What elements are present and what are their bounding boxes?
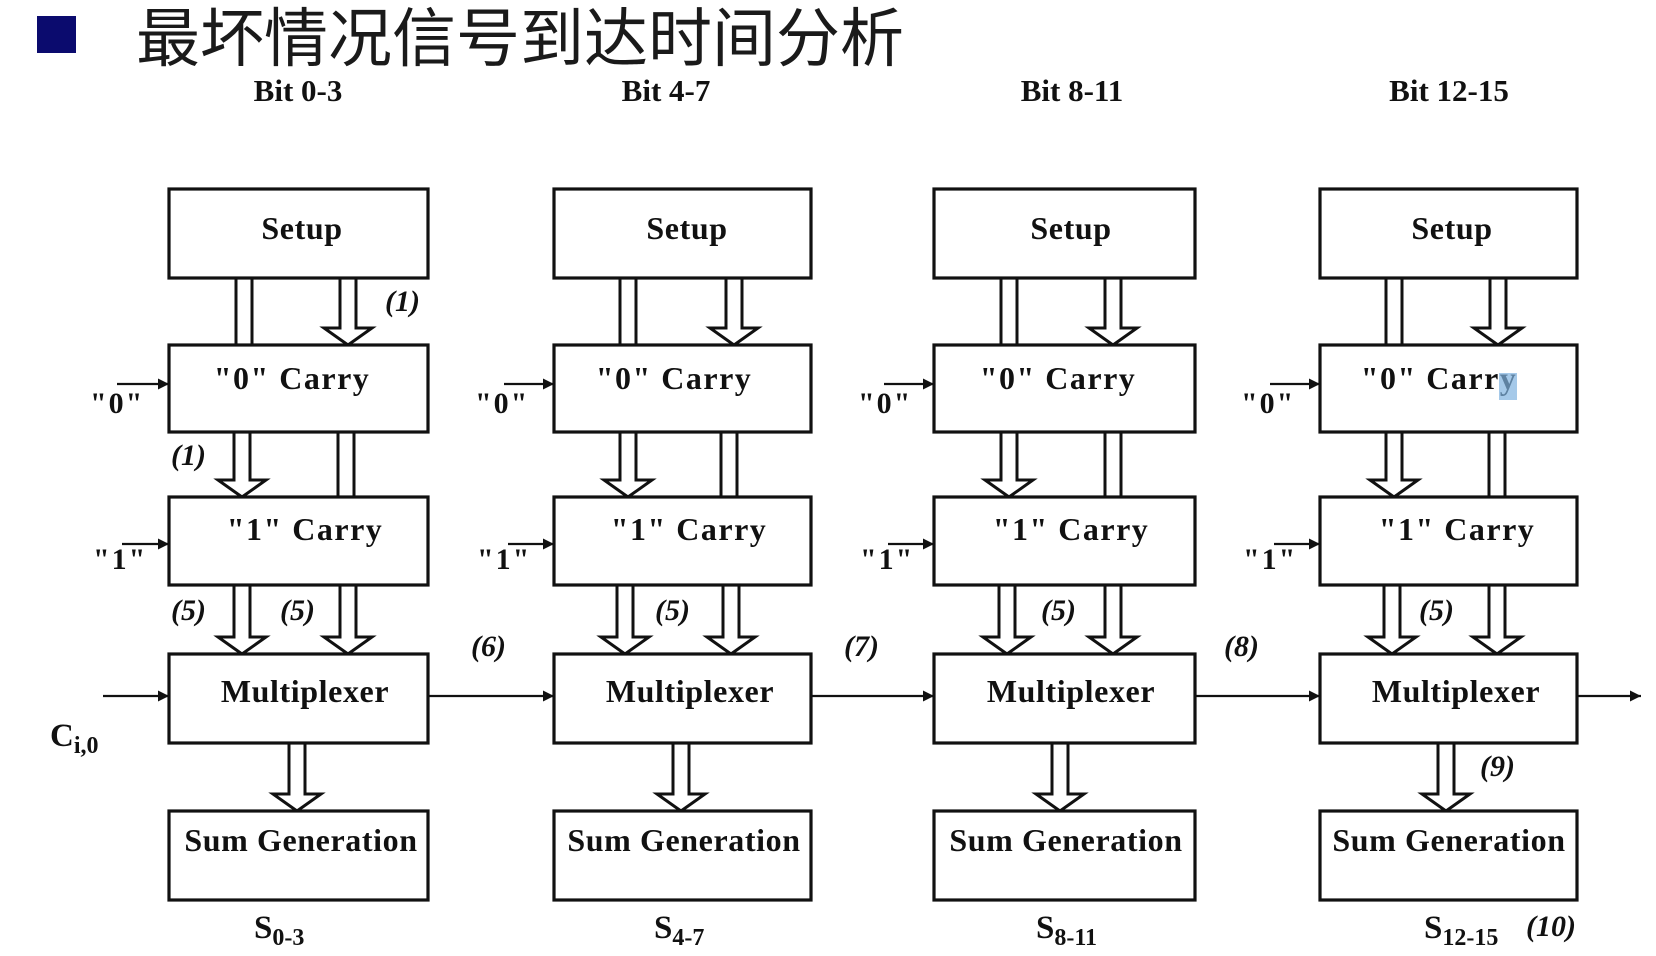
delay-col1-carry1-to-mux-left: (5) — [171, 594, 206, 627]
column-4: Setup "0" Carry "1" Carry Multiplexer Su… — [1241, 187, 1579, 951]
sum-output-subscript-col1: 0-3 — [272, 925, 304, 951]
multiplexer-label-col2: Multiplexer — [606, 673, 774, 709]
input0-label-col4: "0" — [1241, 387, 1295, 420]
sum-output-symbol-col3: S — [1036, 910, 1054, 946]
setup-to-carry0-arrow-col2 — [705, 278, 763, 347]
carry1-label-col3: "1" Carry — [993, 511, 1150, 547]
setup-label-col4: Setup — [1411, 210, 1492, 246]
sum-generation-label-col3: Sum Generation — [949, 822, 1182, 858]
sum-output-label-col2: S4-7 — [654, 910, 704, 951]
sum-generation-label-col4: Sum Generation — [1332, 822, 1565, 858]
delay-mux1-to-mux2: (6) — [471, 630, 506, 663]
into-carry1-arrow-col3 — [980, 432, 1038, 499]
column-2: Setup "0" Carry "1" Carry Multiplexer Su… — [475, 187, 813, 951]
bit-label-col3: Bit 8-11 — [1021, 73, 1123, 108]
delay-col1-carry1-to-mux-right: (5) — [280, 594, 315, 627]
mux-to-sum-arrow-col3 — [1031, 743, 1089, 813]
multiplexer-label-col4: Multiplexer — [1372, 673, 1540, 709]
carry1-to-mux-left-arrow-col2 — [596, 585, 654, 656]
sum-output-label-col3: S8-11 — [1036, 910, 1097, 951]
slide-canvas: 最坏情况信号到达时间分析 Bit 0-3 Bit 4-7 Bit 8-11 Bi… — [37, 3, 1641, 951]
setup-to-carry0-arrow-col1 — [319, 278, 377, 347]
into-carry1-arrow-col1 — [213, 432, 271, 499]
carry-in-symbol: C — [50, 718, 74, 754]
setup-passthrough-lines-col4 — [1384, 278, 1404, 345]
carry1-to-mux-right-arrow-col1 — [319, 585, 377, 656]
sum-generation-label-col1: Sum Generation — [184, 822, 417, 858]
bit-label-col1: Bit 0-3 — [254, 73, 343, 108]
carry0-passthrough-lines-col3 — [1103, 432, 1123, 497]
setup-to-carry0-arrow-col4 — [1469, 278, 1527, 347]
carry1-label-col4: "1" Carry — [1379, 511, 1536, 547]
carry-in-label: Ci,0 — [50, 718, 99, 759]
carry0-passthrough-lines-col2 — [719, 432, 739, 497]
delay-mux3-to-mux4: (8) — [1224, 630, 1259, 663]
setup-label-col3: Setup — [1030, 210, 1111, 246]
multiplexer-label-col1: Multiplexer — [221, 673, 389, 709]
column-1: Setup "0" Carry "1" Carry Multiplexer Su… — [90, 187, 430, 951]
carry1-to-mux-right-arrow-col2 — [702, 585, 760, 656]
carry-in-subscript: i,0 — [74, 733, 99, 759]
sum-generation-label-col2: Sum Generation — [567, 822, 800, 858]
delay-col1-setup-to-carry0: (1) — [385, 285, 420, 318]
sum-output-symbol-col1: S — [254, 910, 272, 946]
column-3: Setup "0" Carry "1" Carry Multiplexer Su… — [858, 187, 1197, 951]
input1-label-col3: "1" — [860, 543, 914, 576]
delay-col4-mux-to-sum: (9) — [1480, 750, 1515, 783]
carry1-label-col1: "1" Carry — [227, 511, 384, 547]
delay-mux2-to-mux3: (7) — [844, 630, 879, 663]
delay-col1-carry0-to-carry1: (1) — [171, 439, 206, 472]
into-carry1-arrow-col4 — [1365, 432, 1423, 499]
setup-passthrough-lines-col2 — [618, 278, 638, 345]
setup-to-carry0-arrow-col3 — [1084, 278, 1142, 347]
mux-to-sum-arrow-col2 — [652, 743, 710, 813]
input0-label-col2: "0" — [475, 387, 529, 420]
input0-label-col3: "0" — [858, 387, 912, 420]
sum-output-symbol-col4: S — [1424, 910, 1442, 946]
sum-output-symbol-col2: S — [654, 910, 672, 946]
bit-label-col4: Bit 12-15 — [1389, 73, 1509, 108]
setup-label-col1: Setup — [261, 210, 342, 246]
delay-col4-carry1-to-mux: (5) — [1419, 594, 1454, 627]
sum-output-label-col1: S0-3 — [254, 910, 304, 951]
carry1-to-mux-left-arrow-col3 — [978, 585, 1036, 656]
title-bullet — [37, 16, 76, 53]
carry0-label-col3: "0" Carry — [980, 360, 1137, 396]
text-selection-highlight — [1499, 373, 1517, 400]
carry0-passthrough-lines-col4 — [1487, 432, 1507, 497]
input1-label-col2: "1" — [477, 543, 531, 576]
multiplexer-label-col3: Multiplexer — [987, 673, 1155, 709]
input1-label-col4: "1" — [1243, 543, 1297, 576]
setup-passthrough-lines-col1 — [234, 278, 254, 345]
into-carry1-arrow-col2 — [599, 432, 657, 499]
carry1-label-col2: "1" Carry — [611, 511, 768, 547]
setup-label-col2: Setup — [646, 210, 727, 246]
bit-label-col2: Bit 4-7 — [622, 73, 711, 108]
carry0-label-col4: "0" Carry — [1361, 360, 1518, 396]
carry1-to-mux-left-arrow-col1 — [213, 585, 271, 656]
input0-label-col1: "0" — [90, 387, 144, 420]
sum-output-subscript-col3: 8-11 — [1054, 925, 1097, 951]
carry1-to-mux-left-arrow-col4 — [1363, 585, 1421, 656]
carry0-label-col2: "0" Carry — [596, 360, 753, 396]
setup-passthrough-lines-col3 — [999, 278, 1019, 345]
carry1-to-mux-right-arrow-col4 — [1468, 585, 1526, 656]
delay-col2-carry1-to-mux: (5) — [655, 594, 690, 627]
carry0-passthrough-lines-col1 — [336, 432, 356, 497]
carry0-label-col1: "0" Carry — [214, 360, 371, 396]
sum-output-subscript-col4: 12-15 — [1442, 925, 1498, 951]
slide-title: 最坏情况信号到达时间分析 — [136, 3, 904, 77]
sum-output-label-col4: S12-15 — [1424, 910, 1498, 951]
delay-col3-carry1-to-mux: (5) — [1041, 594, 1076, 627]
mux-to-sum-arrow-col1 — [268, 743, 326, 813]
mux-to-sum-arrow-col4 — [1417, 743, 1475, 813]
carry1-to-mux-right-arrow-col3 — [1084, 585, 1142, 656]
delay-final-sum: (10) — [1526, 910, 1576, 943]
sum-output-subscript-col2: 4-7 — [672, 925, 704, 951]
input1-label-col1: "1" — [93, 543, 147, 576]
